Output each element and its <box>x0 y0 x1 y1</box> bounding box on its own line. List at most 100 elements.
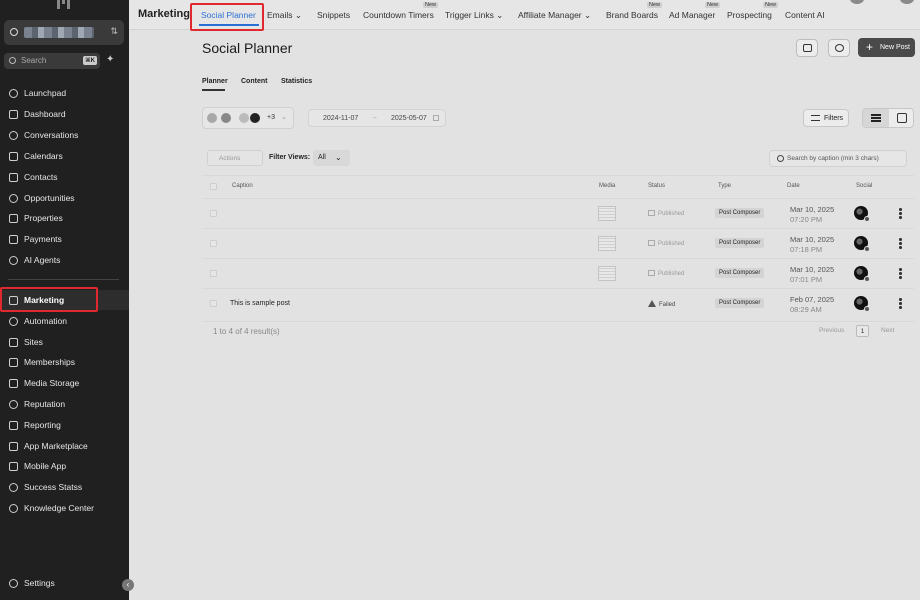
social-account-avatar <box>854 236 870 252</box>
account-name <box>24 27 94 38</box>
sidebar-item-properties[interactable]: Properties <box>0 208 129 228</box>
collapse-sidebar-icon[interactable]: ‹ <box>122 579 134 591</box>
tab-emails[interactable]: Emails ⌄ <box>267 10 302 21</box>
view-toggle <box>862 108 914 128</box>
message-icon <box>803 44 812 52</box>
sidebar-item-ai-agents[interactable]: AI Agents <box>0 250 129 270</box>
sidebar-item-automation[interactable]: Automation <box>0 311 129 331</box>
new-badge: New <box>763 2 779 8</box>
tab-brand-boards[interactable]: Brand Boards <box>606 10 658 20</box>
select-all-checkbox[interactable] <box>210 183 217 190</box>
column-header-social: Social <box>856 183 873 189</box>
table-row[interactable]: Published Post Composer Mar 10, 2025 07:0… <box>202 258 914 288</box>
social-account-avatar <box>854 296 870 312</box>
column-header-date: Date <box>787 183 800 189</box>
column-header-caption: Caption <box>232 183 253 189</box>
quick-action-icon[interactable]: ✦ <box>106 54 114 65</box>
new-badge: New <box>423 2 439 8</box>
filter-views-label: Filter Views: <box>269 154 311 161</box>
chat-icon <box>9 131 18 140</box>
sidebar-search-placeholder: Search <box>21 56 47 65</box>
calendar-view-icon[interactable] <box>897 113 907 123</box>
sites-icon <box>9 338 18 347</box>
sidebar-item-opportunities[interactable]: Opportunities <box>0 188 129 208</box>
highlight-marketing <box>0 287 98 312</box>
sidebar-item-success-statss[interactable]: Success Statss <box>0 477 129 497</box>
tab-ad-manager[interactable]: Ad Manager <box>669 10 715 20</box>
sidebar-item-contacts[interactable]: Contacts <box>0 167 129 187</box>
caption-search-input[interactable]: Search by caption (min 3 chars) <box>769 150 907 167</box>
type-badge: Post Composer <box>715 298 765 308</box>
success-icon <box>9 483 18 492</box>
sidebar-search[interactable]: Search ⌘K <box>4 53 100 69</box>
more-options-icon[interactable] <box>899 238 902 250</box>
tab-prospecting[interactable]: Prospecting <box>727 10 772 20</box>
sidebar-item-knowledge-center[interactable]: Knowledge Center <box>0 498 129 518</box>
status-published: Published <box>648 210 684 217</box>
subtab-content[interactable]: Content <box>241 78 267 85</box>
new-post-button[interactable]: + New Post <box>858 38 915 57</box>
column-header-media: Media <box>599 183 616 189</box>
sidebar-item-media-storage[interactable]: Media Storage <box>0 373 129 393</box>
social-accounts-filter[interactable]: +3 ⌄ <box>202 107 294 129</box>
more-options-icon[interactable] <box>899 268 902 280</box>
platform-icon <box>864 306 870 312</box>
send-icon <box>648 210 655 216</box>
location-icon <box>10 28 18 36</box>
date-range-picker[interactable]: 2024-11-07 → 2025-05-07 <box>308 109 446 127</box>
row-checkbox[interactable] <box>210 240 217 247</box>
subtab-statistics[interactable]: Statistics <box>281 78 312 85</box>
subtab-planner[interactable]: Planner <box>202 78 228 85</box>
sidebar-item-settings[interactable]: Settings <box>0 573 129 593</box>
actions-dropdown[interactable]: Actions <box>207 150 263 166</box>
row-checkbox[interactable] <box>210 300 217 307</box>
sidebar-item-sites[interactable]: Sites <box>0 332 129 352</box>
row-checkbox[interactable] <box>210 270 217 277</box>
sidebar-item-mobile-app[interactable]: Mobile App <box>0 456 129 476</box>
table-row[interactable]: This is sample post Failed Post Composer… <box>202 288 914 318</box>
grid-icon <box>9 442 18 451</box>
opportunities-icon <box>9 194 18 203</box>
tab-trigger-links[interactable]: Trigger Links ⌄ <box>445 10 503 21</box>
settings-button[interactable] <box>828 39 850 57</box>
page-number-button[interactable]: 1 <box>856 325 869 337</box>
sidebar-item-app-marketplace[interactable]: App Marketplace <box>0 436 129 456</box>
more-options-icon[interactable] <box>899 208 902 220</box>
tab-affiliate-manager[interactable]: Affiliate Manager ⌄ <box>518 10 591 21</box>
table-row[interactable]: Published Post Composer Mar 10, 2025 07:1… <box>202 228 914 258</box>
social-account-avatar <box>854 266 870 282</box>
sidebar-item-payments[interactable]: Payments <box>0 229 129 249</box>
sidebar-item-memberships[interactable]: Memberships <box>0 352 129 372</box>
new-post-label: New Post <box>880 44 910 51</box>
next-page-button[interactable]: Next <box>881 327 894 334</box>
table-row[interactable]: Published Post Composer Mar 10, 2025 07:2… <box>202 198 914 228</box>
sidebar-item-reputation[interactable]: Reputation <box>0 394 129 414</box>
star-icon <box>9 400 18 409</box>
filters-button[interactable]: Filters <box>803 109 849 127</box>
filter-views-select[interactable]: All ⌄ <box>313 150 350 166</box>
platform-icon <box>864 246 870 252</box>
account-switcher[interactable]: ⇅ <box>4 20 124 45</box>
sidebar-item-reporting[interactable]: Reporting <box>0 415 129 435</box>
calendar-icon <box>9 152 18 161</box>
list-view-button[interactable] <box>863 109 889 127</box>
chevron-updown-icon: ⇅ <box>110 26 118 36</box>
caption-search-placeholder: Search by caption (min 3 chars) <box>787 155 879 162</box>
dashboard-icon <box>9 110 18 119</box>
sidebar-item-conversations[interactable]: Conversations <box>0 125 129 145</box>
tab-content-ai[interactable]: Content AI <box>785 10 825 20</box>
status-published: Published <box>648 270 684 277</box>
row-checkbox[interactable] <box>210 210 217 217</box>
chevron-down-icon: ⌄ <box>281 114 287 121</box>
platform-icon <box>864 276 870 282</box>
more-options-icon[interactable] <box>899 298 902 310</box>
tab-countdown-timers[interactable]: Countdown Timers <box>363 10 434 20</box>
sidebar-item-launchpad[interactable]: Launchpad <box>0 83 129 103</box>
sidebar-item-dashboard[interactable]: Dashboard <box>0 104 129 124</box>
previous-page-button[interactable]: Previous <box>819 327 844 334</box>
filter-views-value: All <box>318 154 326 161</box>
filter-icon <box>811 115 820 121</box>
feedback-button[interactable] <box>796 39 818 57</box>
tab-snippets[interactable]: Snippets <box>317 10 350 20</box>
sidebar-item-calendars[interactable]: Calendars <box>0 146 129 166</box>
